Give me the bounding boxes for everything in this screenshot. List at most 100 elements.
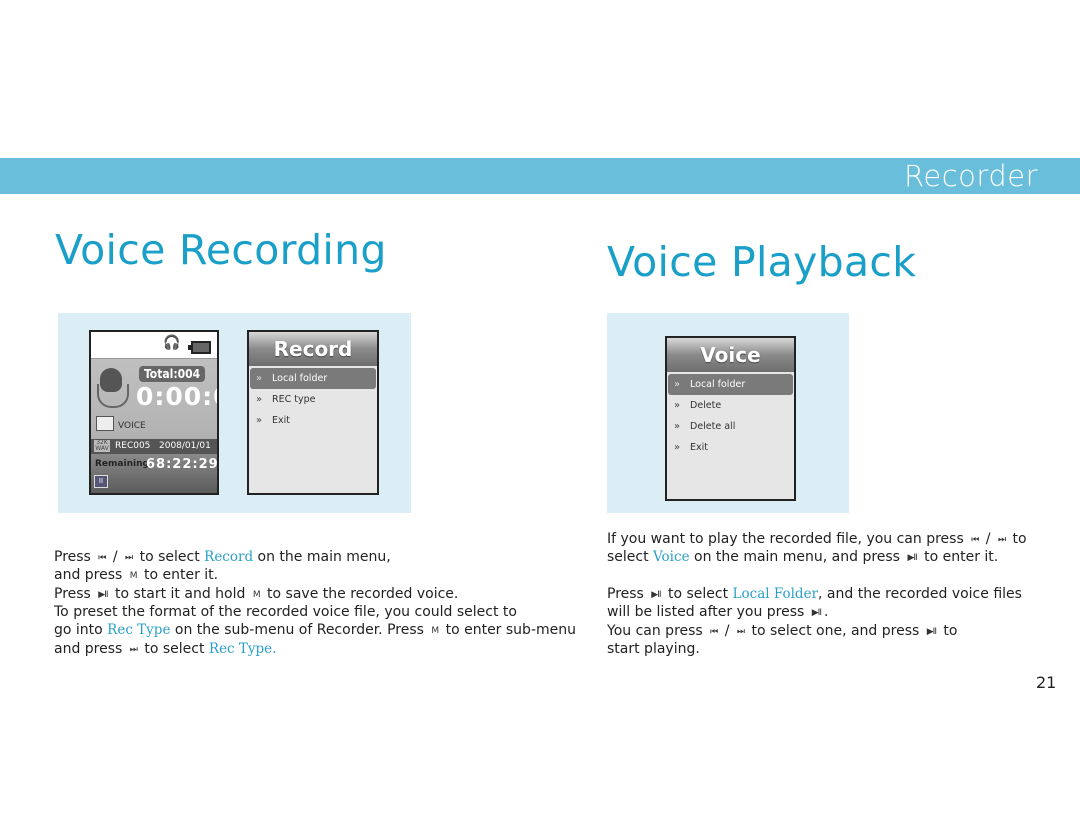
instruction-text: to select: [663, 585, 733, 602]
instruction-text: to enter sub-menu: [441, 622, 576, 639]
instruction-text: select: [607, 549, 654, 566]
voice-menu-list: » Local folder » Delete » Delete all » Exit: [667, 374, 794, 458]
menu-item-label: REC type: [272, 394, 316, 405]
instruction-line: You can press ⏮ / ⏭ to select one, and p…: [607, 622, 958, 641]
instruction-line: Press ▶II to select Local Folder, and th…: [607, 585, 1022, 604]
next-track-icon: ⏭: [129, 644, 138, 655]
voice-menu-item[interactable]: » Delete: [668, 395, 793, 416]
file-name: REC005: [115, 441, 151, 451]
instruction-text: to select: [139, 640, 209, 657]
voice-menu-item[interactable]: » Delete all: [668, 416, 793, 437]
instruction-text: to enter it.: [919, 549, 999, 566]
format-badge: 32K WAV: [94, 439, 110, 452]
voice-menu-item[interactable]: » Local folder: [668, 374, 793, 395]
chevron-right-icon: »: [256, 373, 263, 384]
menu-item-label: Local folder: [690, 379, 746, 390]
previous-track-icon: ⏮: [98, 553, 106, 563]
instruction-text: to select: [135, 549, 205, 565]
highlighted-term: Local Folder: [732, 585, 819, 602]
chevron-right-icon: »: [674, 442, 681, 453]
chevron-right-icon: »: [674, 400, 681, 411]
instruction-line: and press M to enter it.: [54, 566, 218, 585]
instruction-line: and press ⏭ to select Rec Type.: [54, 640, 276, 659]
record-menu-item[interactable]: » REC type: [250, 389, 376, 410]
section-header-band: Recorder: [0, 158, 1080, 194]
menu-item-label: Exit: [272, 415, 290, 426]
next-track-icon: ⏭: [997, 535, 1006, 545]
next-track-icon: ⏭: [736, 626, 745, 637]
playback-illustration: Voice » Local folder » Delete » Delete all » Ex…: [607, 313, 849, 513]
chevron-right-icon: »: [674, 379, 681, 390]
microphone-stand-icon: [97, 384, 129, 408]
instruction-text: to select one, and press: [747, 622, 924, 639]
instruction-text: , and the recorded voice files: [818, 585, 1022, 602]
play-pause-icon: ▶II: [926, 626, 937, 637]
chevron-right-icon: »: [256, 394, 263, 405]
instruction-text: start playing.: [607, 640, 700, 657]
instruction-line: Press ⏮ / ⏭ to select Record on the main…: [54, 548, 391, 567]
remaining-time: 68:22:29: [146, 457, 219, 472]
instruction-text: to save the recorded voice.: [262, 585, 459, 602]
menu-item-label: Exit: [690, 442, 708, 453]
pause-icon: II: [94, 475, 108, 488]
record-menu-item[interactable]: » Exit: [250, 410, 376, 431]
remaining-label: Remaining: [95, 459, 149, 469]
instruction-text: Press: [54, 549, 96, 565]
total-count: Total:004: [139, 366, 206, 382]
instruction-text: Press: [607, 585, 649, 602]
previous-track-icon: ⏮: [971, 535, 979, 545]
recording-illustration: 🎧 Total:004 0:00:00 VOICE 32K WAV REC005…: [58, 313, 411, 513]
menu-button-icon: M: [252, 589, 261, 600]
instruction-text: to start it and hold: [110, 585, 250, 602]
instruction-line: Press ▶II to start it and hold M to save…: [54, 585, 458, 604]
voice-menu-item[interactable]: » Exit: [668, 437, 793, 458]
play-pause-icon: ▶II: [98, 589, 108, 600]
instruction-text: to: [938, 622, 958, 639]
instruction-text: will be listed after you press: [607, 604, 809, 621]
previous-track-icon: ⏮: [710, 626, 718, 637]
instruction-text: If you want to play the recorded file, y…: [607, 531, 969, 547]
section-title: Recorder: [904, 159, 1038, 193]
voice-recording-heading: Voice Recording: [55, 226, 387, 274]
menu-item-label: Delete: [690, 400, 722, 411]
instruction-text: /: [108, 549, 123, 565]
instruction-text: and press: [54, 567, 127, 584]
voice-menu-title: Voice: [667, 338, 794, 372]
instruction-text: on the sub-menu of Recorder. Press: [170, 622, 429, 639]
file-info-row: 32K WAV REC005 2008/01/01: [91, 439, 217, 454]
chevron-right-icon: »: [256, 415, 263, 426]
instruction-text: To preset the format of the recorded voi…: [54, 603, 517, 620]
instruction-text: and press: [54, 640, 127, 657]
headphone-icon: 🎧: [163, 335, 181, 351]
record-timer: 0:00:00: [136, 382, 217, 411]
battery-icon: [188, 341, 211, 354]
record-menu-list: » Local folder » REC type » Exit: [249, 368, 377, 431]
highlighted-term: Voice: [653, 549, 690, 566]
instruction-line: To preset the format of the recorded voi…: [54, 603, 517, 621]
remaining-row: Remaining 68:22:29 II: [91, 454, 219, 493]
instruction-text: on the main menu, and press: [689, 549, 905, 566]
instruction-text: on the main menu,: [253, 549, 391, 565]
voice-playback-heading: Voice Playback: [607, 238, 917, 286]
menu-button-icon: M: [129, 571, 138, 582]
recording-screen: 🎧 Total:004 0:00:00 VOICE 32K WAV REC005…: [89, 330, 219, 495]
instruction-text: You can press: [607, 622, 708, 639]
instruction-text: .: [824, 604, 829, 621]
record-menu-item[interactable]: » Local folder: [250, 368, 376, 389]
menu-item-label: Delete all: [690, 421, 736, 432]
instruction-text: to: [1008, 531, 1027, 547]
highlighted-term: Rec Type: [107, 622, 171, 639]
menu-button-icon: M: [431, 626, 439, 637]
folder-label: VOICE: [118, 421, 146, 431]
highlighted-term: Record: [204, 549, 254, 565]
play-pause-icon: ▶II: [811, 608, 822, 619]
instruction-line: select Voice on the main menu, and press…: [607, 548, 998, 567]
record-menu-screen: Record » Local folder » REC type » Exit: [247, 330, 379, 495]
instruction-line: start playing.: [607, 640, 700, 658]
instruction-text: go into: [54, 622, 108, 639]
next-track-icon: ⏭: [125, 553, 133, 563]
instruction-line: will be listed after you press ▶II.: [607, 603, 828, 622]
instruction-text: /: [981, 531, 995, 547]
status-bar: 🎧: [91, 332, 217, 359]
play-pause-icon: ▶II: [651, 589, 661, 600]
